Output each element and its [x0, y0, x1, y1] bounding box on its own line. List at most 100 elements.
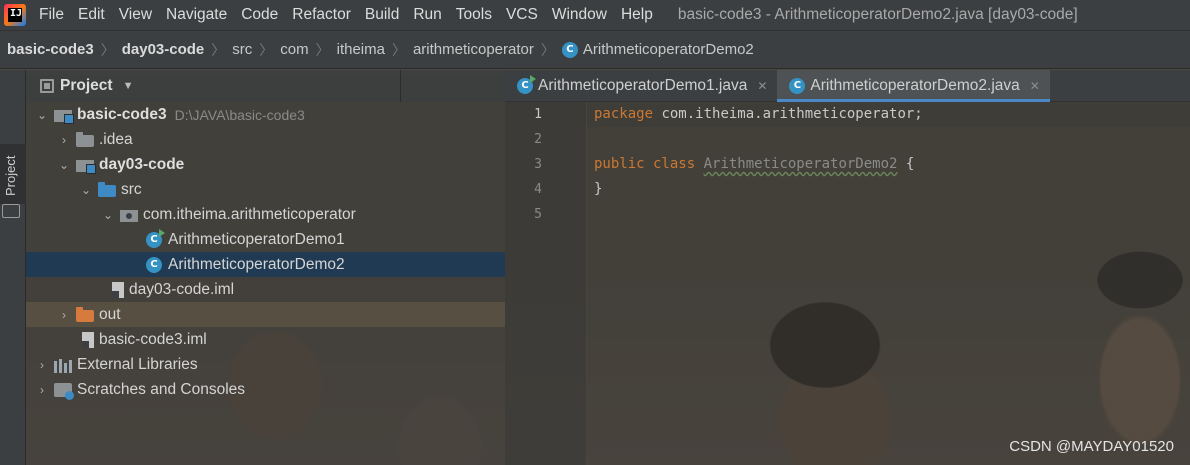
tree-item-src[interactable]: ⌄ src: [26, 177, 505, 202]
chevron-right-icon: 〉: [391, 41, 406, 58]
module-icon: [76, 159, 96, 174]
iml-file-icon: [106, 281, 124, 298]
java-class-run-icon: C: [146, 228, 165, 248]
iml-file-icon: [76, 331, 94, 348]
keyword: package: [594, 106, 654, 122]
tree-item-demo1[interactable]: C ArithmeticoperatorDemo1: [26, 227, 505, 252]
code-line[interactable]: [594, 127, 923, 152]
tree-item-label: basic-code3: [77, 105, 167, 123]
left-tool-strip: Project: [0, 70, 26, 465]
code-line[interactable]: }: [594, 177, 923, 202]
tree-item-day03-code[interactable]: ⌄ day03-code: [26, 152, 505, 177]
tree-item-basic-iml[interactable]: basic-code3.iml: [26, 327, 505, 352]
java-class-icon: C: [561, 41, 578, 58]
menu-code[interactable]: Code: [234, 6, 285, 24]
menu-run[interactable]: Run: [406, 6, 448, 24]
tree-item-label: External Libraries: [77, 355, 198, 373]
chevron-right-icon[interactable]: ›: [34, 358, 50, 372]
tree-item-demo2[interactable]: C ArithmeticoperatorDemo2: [26, 252, 505, 277]
tree-item-label: basic-code3.iml: [99, 330, 207, 348]
breadcrumb-item[interactable]: basic-code3: [7, 41, 94, 58]
tree-item-label: .idea: [99, 130, 133, 148]
tree-item-label: ArithmeticoperatorDemo2: [168, 255, 345, 273]
close-icon[interactable]: ✕: [757, 79, 767, 93]
breadcrumb-item[interactable]: com: [280, 41, 308, 58]
breadcrumb-item[interactable]: src: [232, 41, 252, 58]
module-icon: [54, 109, 74, 124]
package-icon: [120, 209, 138, 222]
project-tree: ⌄ basic-code3 D:\JAVA\basic-code3 › .ide…: [26, 102, 505, 402]
breadcrumb-item[interactable]: itheima: [337, 41, 385, 58]
menu-navigate[interactable]: Navigate: [159, 6, 234, 24]
chevron-right-icon[interactable]: ›: [56, 133, 72, 147]
folder-icon[interactable]: [2, 204, 20, 218]
line-number: 2: [534, 132, 542, 147]
project-panel-title[interactable]: Project: [60, 77, 113, 95]
breadcrumb-item[interactable]: ArithmeticoperatorDemo2: [583, 41, 754, 58]
code-text: com.itheima.arithmeticoperator;: [653, 106, 923, 122]
menu-view[interactable]: View: [112, 6, 159, 24]
chevron-down-icon[interactable]: ⌄: [56, 158, 72, 172]
tree-item-label: Scratches and Consoles: [77, 380, 246, 398]
watermark: CSDN @MAYDAY01520: [1009, 438, 1174, 455]
code-line[interactable]: [594, 202, 923, 227]
folder-icon: [76, 131, 94, 147]
tree-item-out[interactable]: › out: [26, 302, 505, 327]
line-number: 5: [534, 207, 542, 222]
chevron-right-icon: 〉: [259, 41, 274, 58]
tree-item-label: out: [99, 305, 121, 323]
caret-down-icon[interactable]: ▼: [123, 80, 134, 92]
tree-item-day03-iml[interactable]: day03-code.iml: [26, 277, 505, 302]
tree-item-label: day03-code: [99, 155, 185, 173]
tree-item-basic-code3[interactable]: ⌄ basic-code3 D:\JAVA\basic-code3: [26, 102, 505, 127]
tree-item-package[interactable]: ⌄ com.itheima.arithmeticoperator: [26, 202, 505, 227]
menu-tools[interactable]: Tools: [449, 6, 499, 24]
line-number: 1: [534, 107, 542, 122]
java-class-icon: C: [789, 77, 806, 94]
source-folder-icon: [98, 181, 116, 197]
menu-build[interactable]: Build: [358, 6, 406, 24]
library-icon: [54, 357, 72, 373]
java-class-run-icon: C: [517, 74, 536, 94]
tab-demo1[interactable]: C ArithmeticoperatorDemo1.java ✕: [505, 70, 777, 101]
tab-label: ArithmeticoperatorDemo1.java: [538, 76, 748, 94]
menu-vcs[interactable]: VCS: [499, 6, 545, 24]
chevron-right-icon: 〉: [100, 41, 115, 58]
code-editor[interactable]: package com.itheima.arithmeticoperator; …: [594, 102, 923, 227]
menu-refactor[interactable]: Refactor: [285, 6, 358, 24]
menu-edit[interactable]: Edit: [71, 6, 112, 24]
chevron-right-icon[interactable]: ›: [34, 383, 50, 397]
project-view-icon: [40, 79, 54, 93]
module-path: D:\JAVA\basic-code3: [174, 106, 305, 123]
chevron-right-icon[interactable]: ›: [56, 308, 72, 322]
close-icon[interactable]: ✕: [1030, 79, 1040, 93]
menu-bar: IJ File Edit View Navigate Code Refactor…: [0, 0, 1190, 31]
tree-item-external-libraries[interactable]: › External Libraries: [26, 352, 505, 377]
chevron-right-icon: 〉: [211, 41, 226, 58]
code-text: {: [897, 156, 915, 172]
intellij-logo-icon: IJ: [4, 4, 26, 26]
tree-item-label: com.itheima.arithmeticoperator: [143, 205, 356, 223]
code-line[interactable]: public class ArithmeticoperatorDemo2 {: [594, 152, 923, 177]
chevron-right-icon: 〉: [540, 41, 555, 58]
chevron-down-icon[interactable]: ⌄: [34, 108, 50, 122]
project-tool-button[interactable]: Project: [0, 144, 26, 204]
menu-help[interactable]: Help: [614, 6, 660, 24]
tree-item-idea[interactable]: › .idea: [26, 127, 505, 152]
menu-file[interactable]: File: [32, 6, 71, 24]
project-panel-header: Project ▼: [26, 70, 505, 102]
tab-demo2[interactable]: C ArithmeticoperatorDemo2.java ✕: [777, 70, 1051, 102]
breadcrumb-item[interactable]: arithmeticoperator: [413, 41, 534, 58]
menu-window[interactable]: Window: [545, 6, 614, 24]
tree-item-scratches[interactable]: › Scratches and Consoles: [26, 377, 505, 402]
keyword: public class: [594, 156, 696, 172]
breadcrumb-item[interactable]: day03-code: [122, 41, 205, 58]
tree-item-label: src: [121, 180, 142, 198]
chevron-down-icon[interactable]: ⌄: [100, 208, 116, 222]
line-number-gutter: 1 2 3 4 5: [505, 102, 587, 465]
java-class-icon: C: [146, 256, 162, 273]
breadcrumb: basic-code3 〉 day03-code 〉 src 〉 com 〉 i…: [0, 31, 1190, 69]
code-line[interactable]: package com.itheima.arithmeticoperator;: [594, 102, 923, 127]
chevron-right-icon: 〉: [315, 41, 330, 58]
chevron-down-icon[interactable]: ⌄: [78, 183, 94, 197]
